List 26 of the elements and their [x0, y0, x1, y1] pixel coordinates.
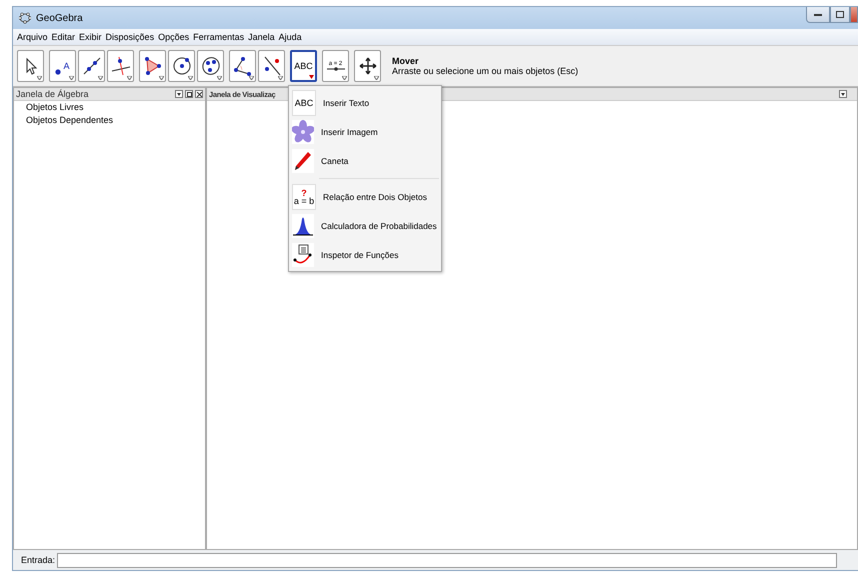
window-title: GeoGebra: [36, 12, 84, 24]
tree-item[interactable]: Objetos Livres: [14, 101, 205, 114]
menu-item[interactable]: Janela: [248, 32, 275, 42]
menu-item[interactable]: Inspetor de Funções: [321, 250, 398, 260]
menu-item[interactable]: Ferramentas: [193, 32, 244, 42]
input-label: Entrada:: [21, 555, 56, 565]
menu-item[interactable]: Editar: [52, 32, 76, 42]
tool-button[interactable]: A: [49, 50, 76, 82]
menu-item[interactable]: Arquivo: [17, 32, 48, 42]
menu-item[interactable]: Exibir: [79, 32, 102, 42]
menu-item[interactable]: Inserir Texto: [323, 98, 370, 108]
menu-item[interactable]: Calculadora de Probabilidades: [321, 220, 437, 230]
menu-item[interactable]: Relação entre Dois Objetos: [323, 192, 427, 202]
text-tool-icon: ABC: [292, 90, 316, 116]
menu-item[interactable]: Inserir Imagem: [321, 126, 378, 136]
panel-title: Janela de Álgebra: [16, 89, 90, 99]
tree-item[interactable]: Objetos Dependentes: [14, 114, 205, 127]
tool-name: Mover: [392, 56, 420, 66]
tool-button[interactable]: ABC: [290, 50, 317, 82]
relation-icon: ? a = b: [292, 184, 316, 210]
menu-item[interactable]: Ajuda: [278, 32, 302, 42]
point-label: A: [63, 61, 70, 71]
menu-item[interactable]: Disposições: [106, 32, 154, 42]
tool-description: Arraste ou selecione um ou mais objetos (Esc): [392, 66, 578, 76]
menu-item[interactable]: Opções: [158, 32, 190, 42]
menu-item[interactable]: Caneta: [321, 156, 348, 166]
